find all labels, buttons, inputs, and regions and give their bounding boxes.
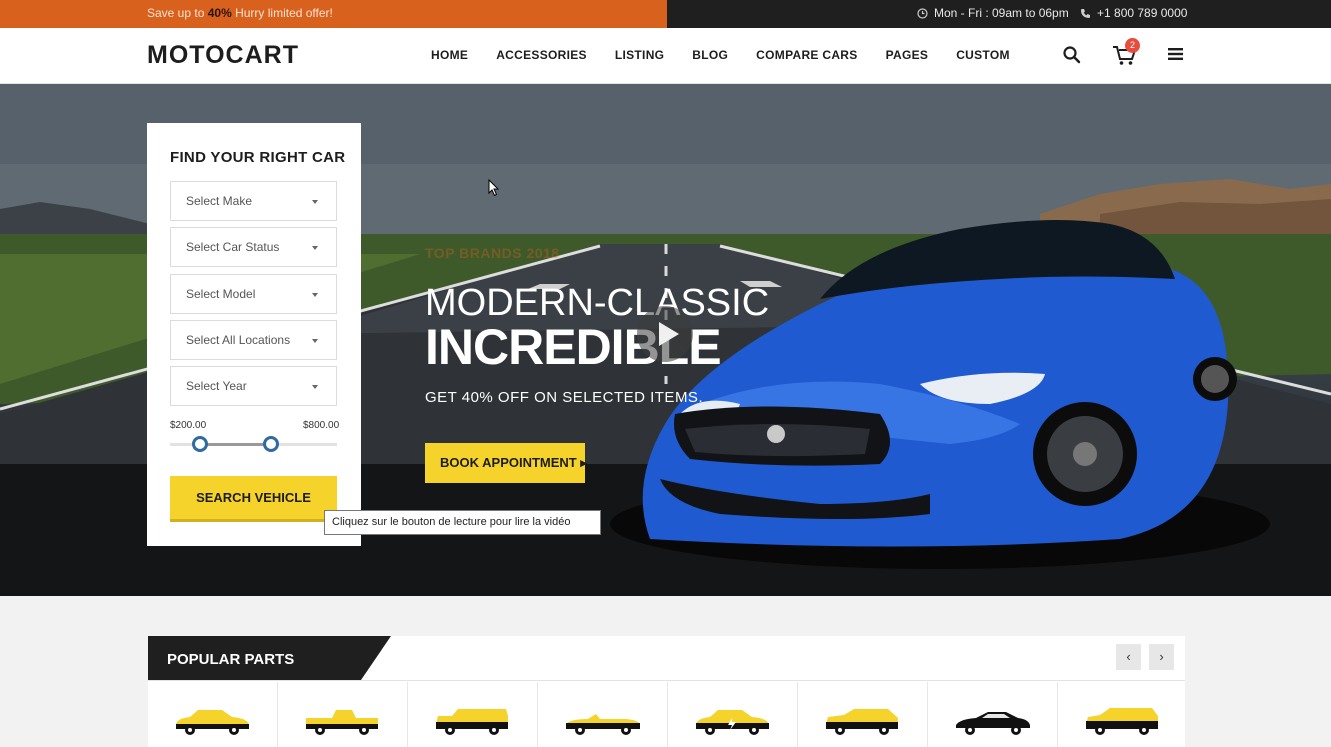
promo-highlight: 40% — [207, 6, 232, 20]
nav-blog[interactable]: BLOG — [692, 48, 728, 62]
hero-eyebrow: TOP BRANDS 2018 — [425, 245, 560, 261]
video-play-button[interactable] — [637, 306, 693, 362]
price-max-handle[interactable] — [263, 436, 279, 452]
sedan-car-item[interactable] — [148, 682, 278, 747]
pickup-truck-icon — [306, 710, 378, 735]
suv-car-icon — [436, 709, 508, 735]
sports-coupe-icon — [956, 712, 1030, 735]
price-min-label: $200.00 — [170, 420, 207, 431]
logo[interactable]: MOTOCART — [147, 41, 299, 70]
select-model-dropdown[interactable]: Select Model — [170, 274, 337, 314]
nav-home[interactable]: HOME — [431, 48, 468, 62]
electric-car-item[interactable] — [668, 682, 798, 747]
phone-text: +1 800 789 0000 — [1097, 6, 1188, 20]
popular-parts-title: POPULAR PARTS — [167, 651, 295, 668]
chevron-down-icon — [312, 200, 318, 204]
select-car-status-label: Select Car Status — [186, 240, 280, 254]
promo-suffix: Hurry limited offer! — [231, 6, 333, 20]
sports-coupe-item[interactable] — [928, 682, 1058, 747]
select-car-status-dropdown[interactable]: Select Car Status — [170, 227, 337, 267]
select-location-dropdown[interactable]: Select All Locations — [170, 320, 337, 360]
clock-icon — [917, 7, 928, 19]
select-year-dropdown[interactable]: Select Year — [170, 366, 337, 406]
price-range-fill — [200, 443, 271, 446]
phone-icon — [1081, 8, 1090, 18]
price-min-handle[interactable] — [192, 436, 208, 452]
nav-listing[interactable]: LISTING — [615, 48, 664, 62]
hero-subtitle: GET 40% OFF ON SELECTED ITEMS. — [425, 389, 704, 406]
video-tooltip: Cliquez sur le bouton de lecture pour li… — [324, 510, 601, 535]
chevron-down-icon — [312, 246, 318, 250]
hours-text: Mon - Fri : 09am to 06pm — [934, 6, 1069, 20]
carousel-prev-button[interactable]: ‹ — [1116, 644, 1141, 670]
convertible-car-item[interactable] — [538, 682, 668, 747]
select-year-label: Select Year — [186, 379, 247, 393]
top-bar: Save up to 40% Hurry limited offer! Mon … — [0, 0, 1331, 28]
chevron-down-icon — [312, 293, 318, 297]
site-header: MOTOCART HOME ACCESSORIES LISTING BLOG C… — [0, 28, 1331, 84]
popular-parts-section: POPULAR PARTS ‹ › — [148, 636, 1185, 747]
minivan-car-item[interactable] — [1058, 682, 1188, 747]
hamburger-menu-icon[interactable] — [1168, 47, 1183, 61]
suv-car-item[interactable] — [408, 682, 538, 747]
nav-pages[interactable]: PAGES — [886, 48, 929, 62]
select-make-label: Select Make — [186, 194, 253, 208]
hatchback-car-icon — [826, 709, 898, 735]
convertible-car-icon — [566, 714, 640, 735]
phone-number[interactable]: +1 800 789 0000 — [1080, 6, 1187, 20]
book-appointment-button[interactable]: BOOK APPOINTMENT ▸ — [425, 443, 587, 483]
minivan-car-icon — [1086, 708, 1158, 735]
nav-compare-cars[interactable]: COMPARE CARS — [756, 48, 857, 62]
sedan-car-icon — [176, 710, 249, 735]
section-divider — [148, 680, 1185, 681]
search-icon[interactable] — [1062, 45, 1082, 65]
play-icon — [659, 322, 679, 346]
promo-text: Save up to 40% Hurry limited offer! — [147, 6, 333, 20]
promo-banner: Save up to 40% Hurry limited offer! — [0, 0, 667, 28]
promo-prefix: Save up to — [147, 6, 208, 20]
cart-count-badge: 2 — [1125, 38, 1140, 53]
finder-title: FIND YOUR RIGHT CAR — [170, 149, 346, 166]
search-vehicle-button[interactable]: SEARCH VEHICLE — [170, 476, 337, 522]
chevron-down-icon — [312, 339, 318, 343]
pickup-truck-item[interactable] — [278, 682, 408, 747]
mouse-cursor-icon — [488, 179, 500, 197]
select-make-dropdown[interactable]: Select Make — [170, 181, 337, 221]
business-hours: Mon - Fri : 09am to 06pm — [917, 6, 1069, 20]
select-model-label: Select Model — [186, 287, 256, 301]
hatchback-car-item[interactable] — [798, 682, 928, 747]
nav-accessories[interactable]: ACCESSORIES — [496, 48, 587, 62]
electric-car-icon — [696, 710, 769, 735]
carousel-next-button[interactable]: › — [1149, 644, 1174, 670]
select-location-label: Select All Locations — [186, 333, 291, 347]
nav-custom[interactable]: CUSTOM — [956, 48, 1010, 62]
car-finder-panel: FIND YOUR RIGHT CAR Select Make Select C… — [147, 123, 361, 546]
price-max-label: $800.00 — [303, 420, 340, 431]
main-nav: HOME ACCESSORIES LISTING BLOG COMPARE CA… — [431, 48, 1038, 62]
chevron-down-icon — [312, 385, 318, 389]
